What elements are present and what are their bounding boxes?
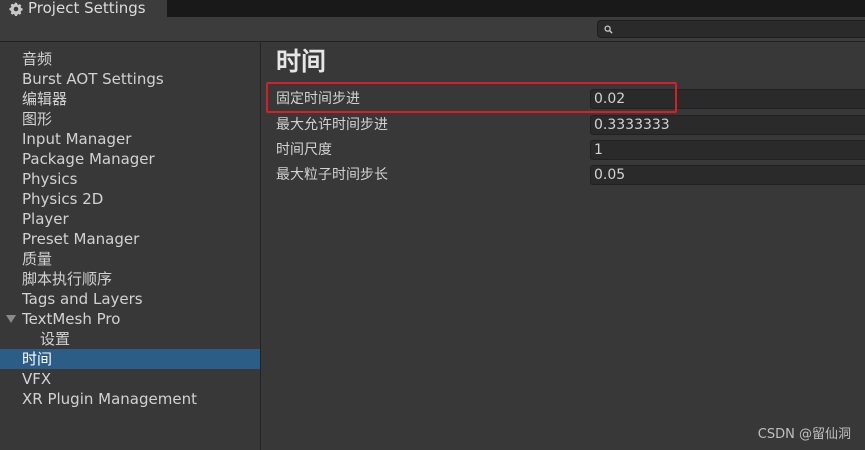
time-settings-panel: 时间 固定时间步进 最大允许时间步进 时间尺度 最大粒子时间步长 bbox=[262, 42, 865, 450]
sidebar-item-graphics[interactable]: 图形 bbox=[0, 109, 260, 129]
field-label: 最大允许时间步进 bbox=[276, 117, 388, 133]
sidebar-item-quality[interactable]: 质量 bbox=[0, 249, 260, 269]
sidebar-item-label: 设置 bbox=[40, 330, 71, 348]
search-box[interactable] bbox=[597, 20, 865, 38]
field-label: 时间尺度 bbox=[276, 142, 332, 158]
sidebar-item-label: XR Plugin Management bbox=[22, 390, 197, 408]
sidebar-item-input-manager[interactable]: Input Manager bbox=[0, 129, 260, 149]
gear-icon bbox=[9, 1, 23, 16]
search-input[interactable] bbox=[613, 22, 847, 36]
sidebar-item-label: Burst AOT Settings bbox=[22, 70, 164, 88]
sidebar-list: 音频 Burst AOT Settings 编辑器 图形 Input Manag… bbox=[0, 42, 260, 409]
field-row-time-scale: 时间尺度 bbox=[262, 139, 865, 161]
settings-sidebar: 音频 Burst AOT Settings 编辑器 图形 Input Manag… bbox=[0, 42, 261, 450]
sidebar-item-editor[interactable]: 编辑器 bbox=[0, 89, 260, 109]
sidebar-item-label: VFX bbox=[22, 370, 52, 388]
project-settings-window: Project Settings 音频 Burst AOT Settings 编… bbox=[0, 0, 865, 450]
sidebar-item-physics-2d[interactable]: Physics 2D bbox=[0, 189, 260, 209]
title-bar: Project Settings bbox=[0, 0, 865, 17]
sidebar-item-player[interactable]: Player bbox=[0, 209, 260, 229]
max-particle-timestep-input[interactable] bbox=[590, 165, 865, 185]
sidebar-item-package-manager[interactable]: Package Manager bbox=[0, 149, 260, 169]
field-row-fixed-timestep: 固定时间步进 bbox=[262, 88, 865, 110]
sidebar-item-label: TextMesh Pro bbox=[22, 310, 121, 328]
sidebar-item-label: 编辑器 bbox=[22, 90, 68, 108]
sidebar-item-label: Input Manager bbox=[22, 130, 132, 148]
field-row-max-allowed-timestep: 最大允许时间步进 bbox=[262, 114, 865, 136]
sidebar-item-label: Physics 2D bbox=[22, 190, 104, 208]
sidebar-item-physics[interactable]: Physics bbox=[0, 169, 260, 189]
sidebar-item-xr-plugin-management[interactable]: XR Plugin Management bbox=[0, 389, 260, 409]
sidebar-item-label: Package Manager bbox=[22, 150, 155, 168]
time-scale-input[interactable] bbox=[590, 140, 865, 160]
sidebar-item-textmesh-pro-settings[interactable]: 设置 bbox=[0, 329, 260, 349]
field-label: 固定时间步进 bbox=[276, 91, 360, 107]
field-row-max-particle-timestep: 最大粒子时间步长 bbox=[262, 164, 865, 186]
toolbar bbox=[0, 17, 865, 42]
sidebar-item-time[interactable]: 时间 bbox=[0, 349, 260, 369]
sidebar-item-label: 质量 bbox=[22, 250, 53, 268]
sidebar-item-vfx[interactable]: VFX bbox=[0, 369, 260, 389]
field-label: 最大粒子时间步长 bbox=[276, 167, 388, 183]
sidebar-item-preset-manager[interactable]: Preset Manager bbox=[0, 229, 260, 249]
sidebar-item-label: Physics bbox=[22, 170, 78, 188]
sidebar-item-label: 图形 bbox=[22, 110, 53, 128]
sidebar-item-tags-and-layers[interactable]: Tags and Layers bbox=[0, 289, 260, 309]
fixed-timestep-input[interactable] bbox=[590, 89, 865, 109]
sidebar-item-audio[interactable]: 音频 bbox=[0, 49, 260, 69]
expand-triangle-icon[interactable] bbox=[6, 315, 16, 323]
page-title: 时间 bbox=[276, 47, 327, 76]
sidebar-item-label: 时间 bbox=[22, 350, 53, 368]
max-allowed-timestep-input[interactable] bbox=[590, 115, 865, 135]
sidebar-item-label: Tags and Layers bbox=[22, 290, 143, 308]
sidebar-item-label: 脚本执行顺序 bbox=[22, 270, 113, 288]
sidebar-item-burst-aot-settings[interactable]: Burst AOT Settings bbox=[0, 69, 260, 89]
watermark: CSDN @留仙洞 bbox=[757, 427, 851, 442]
tab-title: Project Settings bbox=[28, 0, 146, 17]
sidebar-item-label: Player bbox=[22, 210, 69, 228]
sidebar-item-script-execution-order[interactable]: 脚本执行顺序 bbox=[0, 269, 260, 289]
sidebar-item-textmesh-pro[interactable]: TextMesh Pro bbox=[0, 309, 260, 329]
project-settings-tab[interactable]: Project Settings bbox=[0, 0, 167, 17]
sidebar-item-label: 音频 bbox=[22, 50, 53, 68]
sidebar-item-label: Preset Manager bbox=[22, 230, 140, 248]
search-icon bbox=[604, 24, 613, 34]
